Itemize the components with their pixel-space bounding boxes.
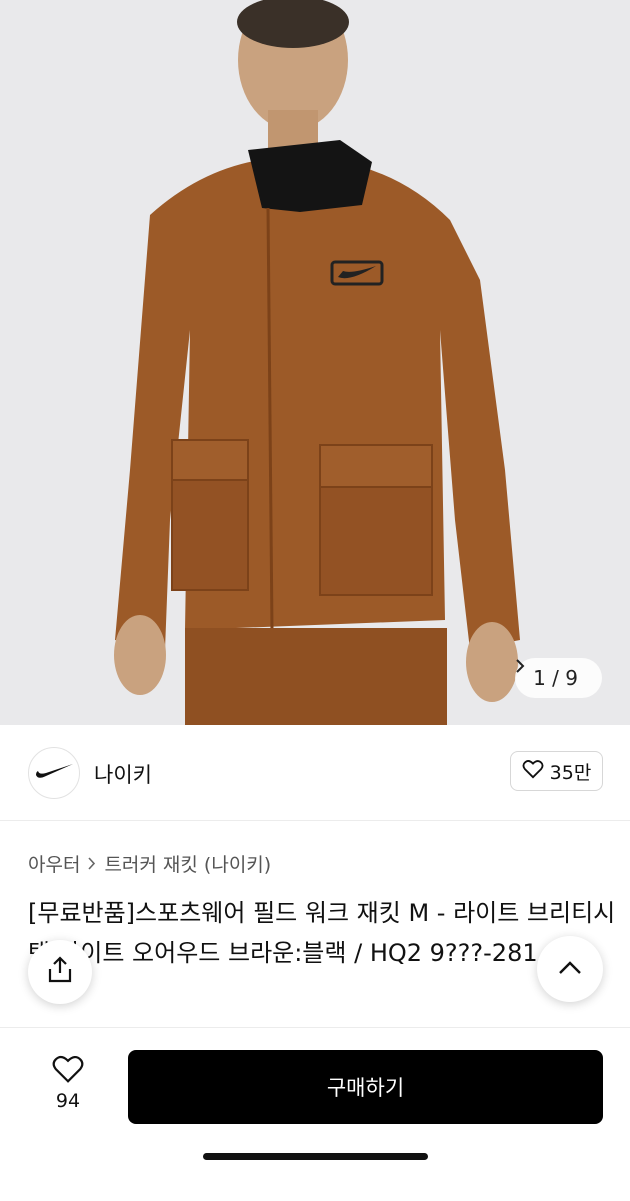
breadcrumb: 아우터 트러커 재킷 (나이키) — [28, 850, 271, 877]
chevron-right-icon — [88, 853, 96, 875]
product-photo — [0, 0, 630, 725]
breadcrumb-subcategory[interactable]: 트러커 재킷 (나이키) — [104, 850, 271, 877]
product-image[interactable]: 1 / 9 — [0, 0, 630, 725]
breadcrumb-category[interactable]: 아우터 — [28, 850, 80, 877]
wishlist-count: 94 — [55, 1090, 81, 1112]
share-button[interactable] — [28, 940, 92, 1004]
brand-logo[interactable] — [28, 747, 80, 799]
brand-name[interactable]: 나이키 — [94, 759, 152, 789]
bottom-action-bar: 94 구매하기 — [0, 1027, 630, 1201]
nike-swoosh-icon — [34, 762, 74, 784]
brand-row: 나이키 35만 — [0, 725, 630, 821]
chevron-up-icon — [558, 960, 582, 979]
image-counter-text: 1 / 9 — [533, 666, 578, 690]
brand-like-count: 35만 — [549, 761, 592, 784]
wishlist-button[interactable]: 94 — [40, 1054, 96, 1112]
heart-outline-icon — [522, 759, 544, 784]
brand-like-button[interactable]: 35만 — [510, 751, 603, 791]
heart-outline-icon — [51, 1055, 85, 1088]
image-counter[interactable]: 1 / 9 — [515, 658, 602, 698]
product-title: [무료반품]스포츠웨어 필드 워크 재킷 M - 라이트 브리티시 탠:라이트 … — [28, 899, 616, 967]
home-indicator — [203, 1153, 428, 1160]
share-icon — [47, 956, 73, 988]
buy-button[interactable]: 구매하기 — [128, 1050, 603, 1124]
scroll-top-button[interactable] — [537, 936, 603, 1002]
